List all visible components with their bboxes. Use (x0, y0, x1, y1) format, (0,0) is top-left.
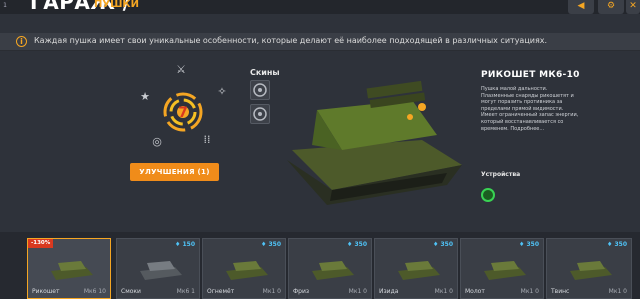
tank-thumbnail (140, 261, 182, 280)
ammo-icon[interactable]: ⁞⁞ (199, 132, 215, 148)
price-label: ♦ 350 (607, 241, 627, 248)
device-slot-icon[interactable] (481, 188, 495, 202)
price-label: ♦ 350 (261, 241, 281, 248)
skin-slot-1[interactable] (250, 80, 270, 100)
weapon-description: Пушка малой дальности. Плазменные снаряд… (481, 86, 579, 132)
upgrade-radial[interactable]: ⚔ ✧ ★ ◎ ⁞⁞ 7 (135, 62, 240, 162)
menu-tag[interactable]: 1 (0, 2, 10, 12)
card-name: Твинс (551, 288, 570, 295)
card-mk: Мк1 0 (262, 288, 281, 295)
skin-icon (253, 107, 267, 121)
devices-label: Устройства (481, 171, 521, 178)
card-name: Огнемёт (207, 288, 235, 295)
card-name: Фриз (293, 288, 310, 295)
speed-icon[interactable]: ✧ (214, 84, 230, 100)
info-text: Каждая пушка имеет свои уникальные особе… (34, 36, 548, 45)
tank-thumbnail (51, 261, 93, 280)
card-name: Изида (379, 288, 399, 295)
back-button[interactable]: ◀ (568, 0, 594, 14)
star-icon[interactable]: ★ (137, 89, 153, 105)
weapon-card-firebird[interactable]: ♦ 350 Огнемёт Мк1 0 (202, 238, 286, 299)
tank-thumbnail (484, 261, 526, 280)
page-subtitle[interactable]: ПУШКИ (94, 0, 139, 10)
weapon-card-ricochet[interactable]: -130% Рикошет Мк6 10 (27, 238, 111, 299)
card-mk: Мк1 0 (434, 288, 453, 295)
weapon-card-isida[interactable]: ♦ 350 Изида Мк1 0 (374, 238, 458, 299)
price-label: ♦ 150 (175, 241, 195, 248)
weapon-card-freeze[interactable]: ♦ 350 Фриз Мк1 0 (288, 238, 372, 299)
weapon-card-twins[interactable]: ♦ 350 Твинс Мк1 0 (546, 238, 632, 299)
upgrade-level-badge[interactable]: 7 (163, 92, 203, 132)
card-name: Смоки (121, 288, 141, 295)
tank-thumbnail (570, 261, 612, 280)
tank-thumbnail (226, 261, 268, 280)
info-bar: i Каждая пушка имеет свои уникальные осо… (0, 33, 640, 51)
tank-preview (287, 80, 462, 205)
target-icon[interactable]: ◎ (149, 134, 165, 150)
sale-badge: -130% (28, 239, 54, 248)
card-mk: Мк1 0 (348, 288, 367, 295)
skin-icon (253, 83, 267, 97)
weapon-card-smoky[interactable]: ♦ 150 Смоки Мк6 1 (116, 238, 200, 299)
range-icon[interactable]: ⚔ (173, 62, 189, 78)
upgrades-button[interactable]: УЛУЧШЕНИЯ (1) (130, 163, 219, 181)
upgrade-level-value: 7 (178, 105, 188, 121)
tank-thumbnail (312, 261, 354, 280)
price-label: ♦ 350 (347, 241, 367, 248)
weapon-card-hammer[interactable]: ♦ 350 Молот Мк1 0 (460, 238, 544, 299)
info-icon: i (16, 36, 27, 47)
tank-thumbnail (398, 261, 440, 280)
price-label: ♦ 350 (519, 241, 539, 248)
settings-button[interactable]: ⚙ (598, 0, 624, 14)
card-mk: Мк6 10 (83, 288, 106, 295)
skin-slot-2[interactable] (250, 104, 270, 124)
close-icon[interactable]: ✕ (626, 0, 640, 14)
card-name: Молот (465, 288, 485, 295)
card-mk: Мк1 0 (520, 288, 539, 295)
price-label: ♦ 350 (433, 241, 453, 248)
weapon-name: РИКОШЕТ МК6-10 (481, 70, 580, 80)
card-name: Рикошет (32, 288, 60, 295)
card-mk: Мк1 0 (608, 288, 627, 295)
card-mk: Мк6 1 (176, 288, 195, 295)
